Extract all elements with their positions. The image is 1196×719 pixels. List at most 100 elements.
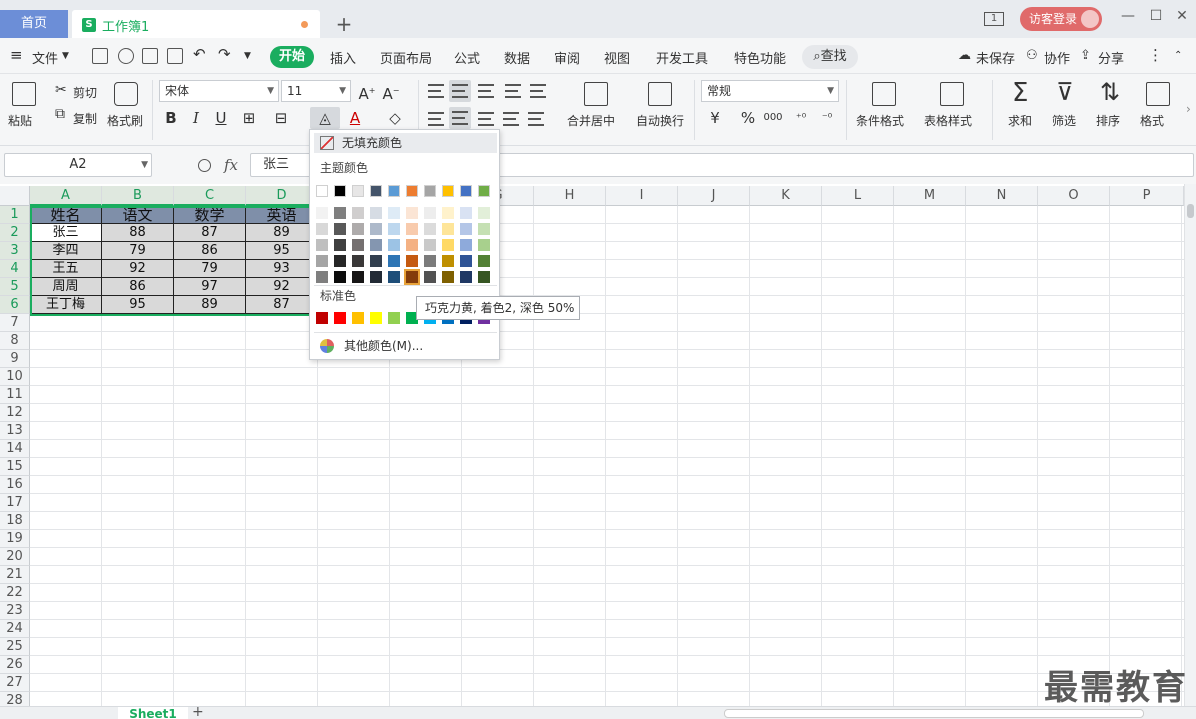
print-preview-icon[interactable]	[167, 48, 183, 64]
theme-shade-swatch[interactable]	[460, 223, 472, 235]
theme-shade-swatch[interactable]	[388, 271, 400, 283]
conditional-format-icon[interactable]	[872, 82, 896, 106]
theme-shade-swatch[interactable]	[460, 271, 472, 283]
format-painter-icon[interactable]	[114, 82, 138, 106]
standard-color-swatch[interactable]	[370, 312, 382, 324]
row-header-12[interactable]: 12	[0, 404, 30, 422]
row-header-25[interactable]: 25	[0, 638, 30, 656]
theme-shade-swatch[interactable]	[334, 255, 346, 267]
fill-color-button[interactable]: ◬	[310, 107, 340, 129]
tab-formulas[interactable]: 公式	[454, 48, 480, 67]
table-header-cell[interactable]: 英语	[246, 206, 318, 224]
theme-shade-swatch[interactable]	[334, 223, 346, 235]
font-size-select[interactable]: 11 ▼	[281, 80, 351, 102]
number-format-select[interactable]: 常规 ▼	[701, 80, 839, 102]
underline-button[interactable]: U	[210, 107, 232, 129]
row-header-10[interactable]: 10	[0, 368, 30, 386]
quick-access-more-icon[interactable]: ▼	[244, 51, 251, 61]
column-header-i[interactable]: I	[606, 186, 678, 206]
theme-shade-swatch[interactable]	[352, 255, 364, 267]
column-header-p[interactable]: P	[1110, 186, 1184, 206]
minimize-button[interactable]: —	[1120, 8, 1136, 28]
standard-color-swatch[interactable]	[334, 312, 346, 324]
theme-shade-swatch[interactable]	[316, 223, 328, 235]
theme-color-swatch[interactable]	[388, 185, 400, 197]
column-header-d[interactable]: D	[246, 186, 318, 206]
print-icon[interactable]	[142, 48, 158, 64]
theme-shade-swatch[interactable]	[370, 255, 382, 267]
row-header-8[interactable]: 8	[0, 332, 30, 350]
theme-shade-swatch[interactable]	[388, 223, 400, 235]
home-tab[interactable]: 首页	[0, 10, 68, 38]
distributed-align-icon[interactable]	[528, 112, 544, 126]
theme-shade-swatch[interactable]	[406, 223, 418, 235]
format-button[interactable]: 格式	[1140, 112, 1164, 129]
theme-shade-swatch[interactable]	[442, 223, 454, 235]
table-cell[interactable]: 86	[102, 278, 174, 296]
percent-button[interactable]: %	[737, 107, 759, 129]
decrease-decimal-icon[interactable]: ⁻⁰	[816, 107, 838, 129]
no-fill-option[interactable]: 无填充颜色	[314, 133, 497, 153]
table-cell[interactable]: 93	[246, 260, 318, 278]
clear-format-icon[interactable]: ◇	[384, 107, 406, 129]
theme-shade-swatch[interactable]	[478, 271, 490, 283]
add-sheet-button[interactable]: +	[192, 704, 204, 719]
theme-color-swatch[interactable]	[406, 185, 418, 197]
increase-decimal-icon[interactable]: ⁺⁰	[790, 107, 812, 129]
align-top-icon[interactable]	[428, 84, 444, 98]
column-header-b[interactable]: B	[102, 186, 174, 206]
theme-shade-swatch[interactable]	[404, 269, 420, 285]
thousands-separator-button[interactable]: 000	[762, 107, 784, 129]
wrap-text-button[interactable]: 自动换行	[636, 112, 684, 129]
horizontal-scrollbar[interactable]	[724, 709, 1144, 718]
theme-color-swatch[interactable]	[370, 185, 382, 197]
table-cell[interactable]: 79	[102, 242, 174, 260]
table-cell[interactable]: 87	[246, 296, 318, 314]
sheet-tab-sheet1[interactable]: Sheet1	[118, 707, 188, 719]
tab-developer[interactable]: 开发工具	[656, 48, 708, 67]
column-header-h[interactable]: H	[534, 186, 606, 206]
table-cell[interactable]: 92	[246, 278, 318, 296]
zoom-formula-icon[interactable]	[198, 159, 211, 172]
chevron-down-icon[interactable]: ▼	[62, 51, 69, 61]
theme-color-swatch[interactable]	[352, 185, 364, 197]
theme-shade-swatch[interactable]	[388, 207, 400, 219]
column-header-n[interactable]: N	[966, 186, 1038, 206]
table-cell[interactable]: 周周	[30, 278, 102, 296]
scroll-thumb[interactable]	[1187, 204, 1194, 218]
standard-color-swatch[interactable]	[352, 312, 364, 324]
sort-icon[interactable]: ⇅	[1100, 78, 1120, 106]
increase-indent-icon[interactable]	[530, 84, 546, 98]
theme-shade-swatch[interactable]	[478, 223, 490, 235]
tab-data[interactable]: 数据	[504, 48, 530, 67]
theme-shade-swatch[interactable]	[424, 271, 436, 283]
theme-shade-swatch[interactable]	[370, 207, 382, 219]
align-center-button[interactable]	[449, 107, 471, 129]
collapse-ribbon-icon[interactable]: ⌃	[1174, 50, 1182, 61]
row-header-7[interactable]: 7	[0, 314, 30, 332]
italic-button[interactable]: I	[185, 107, 207, 129]
undo-icon[interactable]: ↶	[193, 45, 206, 63]
vertical-scrollbar[interactable]	[1184, 184, 1196, 706]
table-header-cell[interactable]: 数学	[174, 206, 246, 224]
theme-shade-swatch[interactable]	[316, 239, 328, 251]
row-header-1[interactable]: 1	[0, 206, 30, 224]
paste-button[interactable]: 粘贴	[8, 112, 32, 129]
table-style-button[interactable]: 表格样式	[924, 112, 972, 129]
table-cell[interactable]: 李四	[30, 242, 102, 260]
theme-shade-swatch[interactable]	[316, 271, 328, 283]
theme-shade-swatch[interactable]	[352, 223, 364, 235]
new-tab-button[interactable]: +	[334, 12, 354, 36]
cut-button[interactable]: 剪切	[73, 84, 97, 101]
row-header-22[interactable]: 22	[0, 584, 30, 602]
table-cell[interactable]: 王丁梅	[30, 296, 102, 314]
cell-style-icon[interactable]: ⊟	[270, 107, 292, 129]
theme-shade-swatch[interactable]	[406, 239, 418, 251]
row-header-18[interactable]: 18	[0, 512, 30, 530]
decrease-indent-icon[interactable]	[505, 84, 521, 98]
theme-shade-swatch[interactable]	[460, 239, 472, 251]
more-colors-option[interactable]: 其他颜色(M)...	[314, 335, 497, 357]
theme-color-swatch[interactable]	[460, 185, 472, 197]
format-painter-button[interactable]: 格式刷	[107, 112, 143, 129]
copy-button[interactable]: 复制	[73, 110, 97, 127]
